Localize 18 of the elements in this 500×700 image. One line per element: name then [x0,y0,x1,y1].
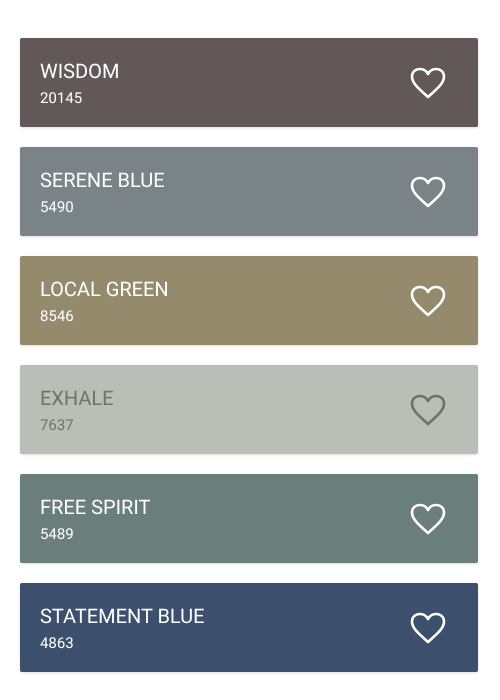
color-swatch-card[interactable]: LOCAL GREEN 8546 [20,256,478,345]
color-code: 5489 [40,524,75,542]
color-code: 20145 [40,88,84,106]
color-swatch-card[interactable]: FREE SPIRIT 5489 [20,474,478,563]
color-name: STATEMENT BLUE [40,604,204,628]
color-name: FREE SPIRIT [40,494,150,518]
color-swatch-card[interactable]: STATEMENT BLUE 4863 [20,583,478,672]
color-name: LOCAL GREEN [40,276,169,300]
color-swatch-card[interactable]: EXHALE 7637 [20,365,478,454]
color-code: 7637 [40,416,75,434]
color-code: 5490 [40,198,75,216]
color-swatch-card[interactable]: SERENE BLUE 5490 [20,147,478,236]
color-swatch-card[interactable]: WISDOM 20145 [20,38,478,127]
color-code: 4863 [40,634,75,652]
color-code: 8546 [40,306,75,324]
color-name: SERENE BLUE [40,168,165,192]
color-name: EXHALE [40,386,114,410]
color-name: WISDOM [40,58,120,82]
